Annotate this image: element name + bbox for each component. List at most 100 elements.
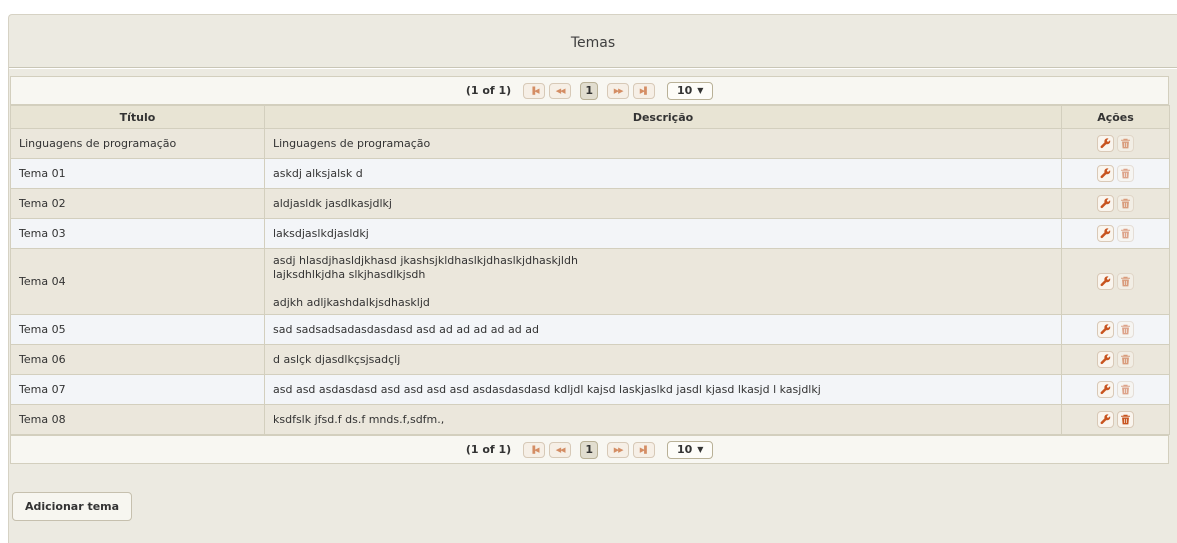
page-number-button[interactable]: 1 bbox=[580, 81, 599, 100]
next-page-icon[interactable]: ▶▶ bbox=[607, 82, 630, 99]
delete-button[interactable] bbox=[1117, 165, 1134, 182]
panel-title: Temas bbox=[570, 35, 616, 51]
wrench-icon bbox=[1100, 198, 1111, 209]
row-actions bbox=[1097, 381, 1134, 398]
cell-acoes bbox=[1061, 188, 1170, 219]
first-page-icon[interactable]: ▐◀ bbox=[523, 82, 546, 99]
column-header-titulo[interactable]: Título bbox=[10, 105, 265, 129]
edit-button[interactable] bbox=[1097, 381, 1114, 398]
row-actions bbox=[1097, 351, 1134, 368]
delete-button[interactable] bbox=[1117, 411, 1134, 428]
table-row[interactable]: Tema 05 sad sadsadsadasdasdasd asd ad ad … bbox=[10, 314, 1170, 345]
cell-titulo: Tema 01 bbox=[10, 158, 265, 189]
chevron-down-icon: ▼ bbox=[697, 445, 704, 454]
wrench-icon bbox=[1100, 168, 1111, 179]
descricao-line: sad sadsadsadasdasdasd asd ad ad ad ad a… bbox=[273, 322, 539, 336]
column-header-descricao[interactable]: Descrição bbox=[264, 105, 1062, 129]
row-actions bbox=[1097, 273, 1134, 290]
table-row[interactable]: Tema 06 d aslçk djasdlkçsjsadçlj bbox=[10, 344, 1170, 375]
prev-page-icon[interactable]: ◀◀ bbox=[549, 82, 572, 99]
add-tema-button[interactable]: Adicionar tema bbox=[12, 492, 132, 521]
delete-button[interactable] bbox=[1117, 135, 1134, 152]
descricao-line: lajksdhlkjdha slkjhasdlkjsdh bbox=[273, 267, 426, 281]
chevron-down-icon: ▼ bbox=[697, 86, 704, 95]
edit-button[interactable] bbox=[1097, 165, 1114, 182]
edit-button[interactable] bbox=[1097, 411, 1114, 428]
cell-titulo: Tema 05 bbox=[10, 314, 265, 345]
prev-page-icon[interactable]: ◀◀ bbox=[549, 441, 572, 458]
row-actions bbox=[1097, 411, 1134, 428]
rows-per-page-dropdown[interactable]: 10 ▼ bbox=[667, 440, 714, 459]
cell-acoes bbox=[1061, 128, 1170, 159]
wrench-icon bbox=[1100, 384, 1111, 395]
cell-acoes bbox=[1061, 218, 1170, 249]
delete-button[interactable] bbox=[1117, 273, 1134, 290]
cell-descricao: asd asd asdasdasd asd asd asd asd asdasd… bbox=[264, 374, 1062, 405]
cell-descricao: asdj hlasdjhasldjkhasd jkashsjkldhaslkjd… bbox=[264, 248, 1062, 315]
cell-titulo: Tema 02 bbox=[10, 188, 265, 219]
descricao-line: adjkh adljkashdalkjsdhaskljd bbox=[273, 295, 430, 309]
trash-icon bbox=[1120, 228, 1131, 239]
panel-divider bbox=[9, 67, 1177, 69]
cell-acoes bbox=[1061, 248, 1170, 315]
paginator-top: (1 of 1) ▐◀ ◀◀ 1 ▶▶ ▶▌ 10 ▼ bbox=[10, 76, 1169, 105]
cell-acoes bbox=[1061, 374, 1170, 405]
cell-descricao: askdj alksjalsk d bbox=[264, 158, 1062, 189]
wrench-icon bbox=[1100, 414, 1111, 425]
row-actions bbox=[1097, 135, 1134, 152]
first-page-icon[interactable]: ▐◀ bbox=[523, 441, 546, 458]
wrench-icon bbox=[1100, 138, 1111, 149]
descricao-line bbox=[273, 282, 1053, 296]
table-row[interactable]: Tema 02 aldjasldk jasdlkasjdlkj bbox=[10, 188, 1170, 219]
descricao-line: aldjasldk jasdlkasjdlkj bbox=[273, 196, 392, 210]
trash-icon bbox=[1120, 384, 1131, 395]
delete-button[interactable] bbox=[1117, 321, 1134, 338]
descricao-line: asd asd asdasdasd asd asd asd asd asdasd… bbox=[273, 382, 821, 396]
page-number-button[interactable]: 1 bbox=[580, 440, 599, 459]
wrench-icon bbox=[1100, 276, 1111, 287]
edit-button[interactable] bbox=[1097, 195, 1114, 212]
cell-descricao: d aslçk djasdlkçsjsadçlj bbox=[264, 344, 1062, 375]
cell-descricao: ksdfslk jfsd.f ds.f mnds.f,sdfm., bbox=[264, 404, 1062, 435]
wrench-icon bbox=[1100, 324, 1111, 335]
delete-button[interactable] bbox=[1117, 195, 1134, 212]
trash-icon bbox=[1120, 354, 1131, 365]
table-row[interactable]: Tema 08 ksdfslk jfsd.f ds.f mnds.f,sdfm., bbox=[10, 404, 1170, 435]
trash-icon bbox=[1120, 324, 1131, 335]
temas-datatable: (1 of 1) ▐◀ ◀◀ 1 ▶▶ ▶▌ 10 ▼ Título Descr… bbox=[10, 76, 1170, 464]
row-actions bbox=[1097, 321, 1134, 338]
delete-button[interactable] bbox=[1117, 351, 1134, 368]
edit-button[interactable] bbox=[1097, 135, 1114, 152]
delete-button[interactable] bbox=[1117, 225, 1134, 242]
table-row[interactable]: Tema 04 asdj hlasdjhasldjkhasd jkashsjkld… bbox=[10, 248, 1170, 315]
cell-titulo: Tema 06 bbox=[10, 344, 265, 375]
last-page-icon[interactable]: ▶▌ bbox=[633, 82, 656, 99]
edit-button[interactable] bbox=[1097, 273, 1114, 290]
rows-per-page-dropdown[interactable]: 10 ▼ bbox=[667, 81, 714, 100]
table-row[interactable]: Linguagens de programação Linguagens de p… bbox=[10, 128, 1170, 159]
cell-titulo: Linguagens de programação bbox=[10, 128, 265, 159]
cell-titulo: Tema 08 bbox=[10, 404, 265, 435]
descricao-line: askdj alksjalsk d bbox=[273, 166, 363, 180]
edit-button[interactable] bbox=[1097, 351, 1114, 368]
temas-table: Título Descrição Ações Linguagens de pro… bbox=[10, 105, 1170, 435]
cell-acoes bbox=[1061, 314, 1170, 345]
table-row[interactable]: Tema 07 asd asd asdasdasd asd asd asd asd… bbox=[10, 374, 1170, 405]
trash-icon bbox=[1120, 138, 1131, 149]
delete-button[interactable] bbox=[1117, 381, 1134, 398]
cell-acoes bbox=[1061, 344, 1170, 375]
table-row[interactable]: Tema 01 askdj alksjalsk d bbox=[10, 158, 1170, 189]
edit-button[interactable] bbox=[1097, 321, 1114, 338]
next-page-icon[interactable]: ▶▶ bbox=[607, 441, 630, 458]
trash-icon bbox=[1120, 168, 1131, 179]
cell-descricao: laksdjaslkdjasldkj bbox=[264, 218, 1062, 249]
row-actions bbox=[1097, 225, 1134, 242]
row-actions bbox=[1097, 195, 1134, 212]
table-row[interactable]: Tema 03 laksdjaslkdjasldkj bbox=[10, 218, 1170, 249]
trash-icon bbox=[1120, 276, 1131, 287]
descricao-line: Linguagens de programação bbox=[273, 136, 431, 150]
edit-button[interactable] bbox=[1097, 225, 1114, 242]
paginator-bottom: (1 of 1) ▐◀ ◀◀ 1 ▶▶ ▶▌ 10 ▼ bbox=[10, 435, 1169, 464]
cell-titulo: Tema 03 bbox=[10, 218, 265, 249]
last-page-icon[interactable]: ▶▌ bbox=[633, 441, 656, 458]
